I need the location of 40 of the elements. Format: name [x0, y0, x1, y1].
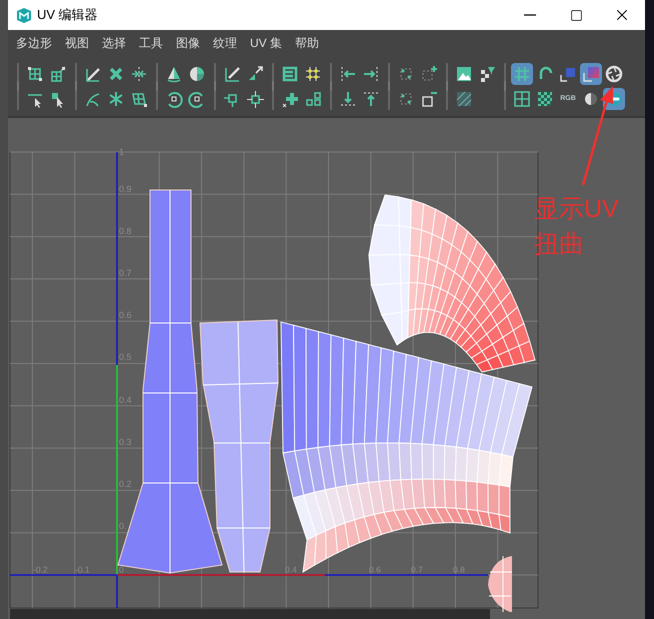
snowflake-icon [107, 90, 125, 108]
checkerboard-icon [536, 90, 554, 108]
aperture-icon [605, 64, 623, 82]
dot-plus-icon [420, 64, 438, 82]
arrow-left-icon [339, 64, 357, 82]
annotation-text: 显示UV扭曲 [534, 194, 620, 260]
menu-item[interactable]: 视图 [65, 34, 89, 52]
grid-select-icon [26, 64, 44, 82]
dots-grid-icon [304, 64, 322, 82]
arrow-up-icon [362, 90, 380, 108]
ruler-pencil-icon [223, 64, 241, 82]
distortion-icon [582, 64, 600, 82]
menu-item[interactable]: 纹理 [213, 34, 237, 52]
toolbar-button[interactable] [580, 62, 602, 84]
arrow-right-icon [362, 64, 380, 82]
split-arrows-icon [130, 64, 148, 82]
half-circle-icon [165, 64, 183, 82]
menu-item[interactable]: 帮助 [295, 34, 320, 52]
maximize-icon [570, 8, 582, 22]
move-icon [246, 90, 264, 108]
arrow-down-icon [339, 90, 357, 108]
image-icon [455, 64, 473, 82]
stack-icon [281, 64, 299, 82]
window-grid-icon [513, 90, 531, 108]
square-minus-icon [420, 90, 438, 108]
minimize-icon [524, 14, 536, 16]
menu-item[interactable]: UV 集 [250, 34, 282, 52]
window-title: UV 编辑器 [37, 6, 98, 24]
grid-expand-icon [49, 64, 67, 82]
dot-pattern-icon [304, 90, 322, 108]
pie-icon [188, 64, 206, 82]
toolbar-button[interactable] [511, 62, 533, 84]
menu-item[interactable]: 选择 [102, 34, 126, 52]
grid-icon [513, 64, 531, 82]
app-icon [16, 7, 32, 23]
checker-funnel-icon [478, 64, 496, 82]
menu-item[interactable]: 图像 [176, 34, 200, 52]
menu-item[interactable]: 工具 [139, 34, 163, 52]
striped-square-icon [455, 90, 473, 108]
menu-item[interactable]: 多边形 [16, 34, 52, 52]
